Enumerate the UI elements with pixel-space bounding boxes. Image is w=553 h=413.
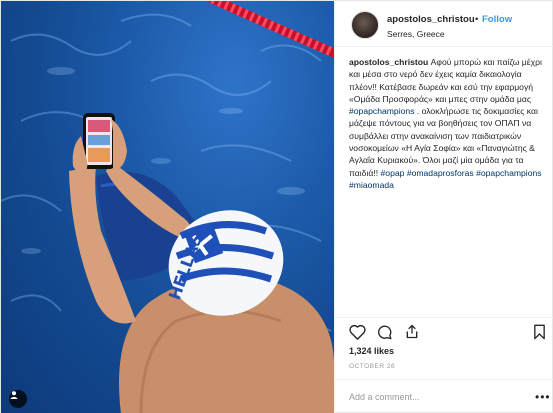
author-username[interactable]: apostolos_christou bbox=[387, 14, 475, 25]
hashtag-link[interactable]: #opapchampions bbox=[476, 168, 541, 178]
heart-icon[interactable] bbox=[349, 324, 366, 340]
hashtag-link[interactable]: #opap bbox=[381, 168, 405, 178]
post-actions bbox=[335, 317, 553, 345]
comment-input[interactable] bbox=[349, 389, 529, 405]
likes-count[interactable]: 1,324 likes bbox=[349, 346, 394, 356]
bookmark-icon[interactable] bbox=[533, 324, 546, 340]
avatar[interactable] bbox=[351, 11, 379, 39]
follow-button[interactable]: Follow bbox=[482, 14, 512, 25]
post-photo[interactable]: HELLAS bbox=[1, 1, 334, 413]
person-tag-icon[interactable] bbox=[9, 390, 27, 408]
comment-icon[interactable] bbox=[376, 324, 393, 340]
more-options-icon[interactable]: ••• bbox=[535, 390, 551, 404]
location-link[interactable]: Serres, Greece bbox=[387, 29, 445, 39]
instagram-post: HELLAS apostolos_christou • Follow Serre… bbox=[0, 0, 553, 413]
share-icon[interactable] bbox=[404, 323, 420, 340]
comment-box: ••• bbox=[335, 379, 553, 413]
post-caption: apostolos_christou Αφού μπορώ και παίζω … bbox=[349, 56, 549, 191]
post-date[interactable]: OCTOBER 26 bbox=[349, 363, 395, 370]
hashtag-link[interactable]: #opapchampions bbox=[349, 106, 414, 116]
caption-username[interactable]: apostolos_christou bbox=[349, 57, 428, 67]
phone bbox=[83, 113, 115, 169]
post-side-panel: apostolos_christou • Follow Serres, Gree… bbox=[334, 1, 553, 413]
hashtag-link[interactable]: #omadaprosforas bbox=[407, 168, 474, 178]
water-ripples bbox=[1, 13, 332, 332]
lane-rope bbox=[206, 1, 334, 58]
follow-separator: • bbox=[475, 14, 479, 25]
hashtag-link[interactable]: #miaomada bbox=[349, 180, 394, 190]
post-header: apostolos_christou • Follow Serres, Gree… bbox=[335, 1, 553, 47]
swimmer-illustration: HELLAS bbox=[1, 1, 334, 413]
caption-text: Αφού μπορώ και παίζω μέχρι και μέσα στο … bbox=[349, 57, 542, 190]
